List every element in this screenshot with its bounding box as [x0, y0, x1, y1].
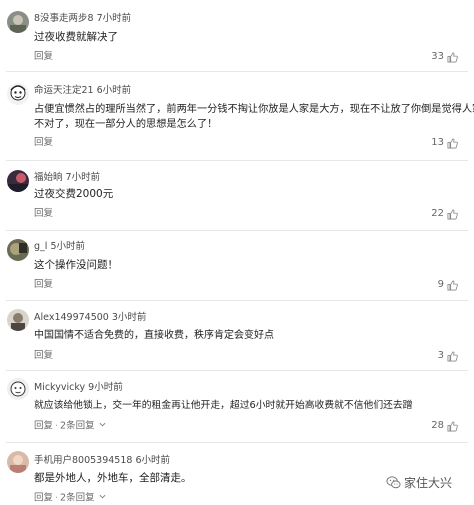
divider — [6, 71, 468, 72]
username[interactable]: g_l — [34, 241, 47, 252]
comment-text: 占便宜惯然占的理所当然了，前两年一分钱不掏让你放是人家是大方，现在不让放了你倒是… — [34, 104, 474, 130]
separator-dot: · — [55, 492, 59, 504]
like-button[interactable]: 22 — [431, 208, 458, 220]
timestamp: 9小时前 — [88, 382, 123, 393]
comment-text: 这个操作没问题！ — [34, 259, 118, 271]
username[interactable]: 命运天注定21 — [34, 85, 94, 96]
comment-meta: Alex149974500 3小时前 — [34, 312, 146, 324]
timestamp: 6小时前 — [96, 85, 132, 96]
thumbs-up-icon — [447, 351, 458, 362]
comment-actions: 回复 · 2条回复 — [34, 420, 106, 433]
like-button[interactable]: 3 — [438, 350, 458, 362]
comment-meta: 命运天注定21 6小时前 — [34, 85, 131, 97]
chevron-down-icon[interactable] — [99, 420, 106, 432]
view-replies-button[interactable]: 2条回复 — [60, 421, 95, 432]
like-button[interactable]: 33 — [431, 51, 458, 63]
comment-actions: 回复 · 2条回复 — [34, 492, 106, 505]
like-count: 28 — [431, 420, 444, 431]
thumbs-up-icon — [447, 209, 458, 220]
username[interactable]: 福始晌 — [34, 172, 63, 183]
like-count: 3 — [437, 350, 444, 361]
timestamp: 6小时前 — [135, 455, 171, 466]
avatar[interactable] — [7, 83, 29, 105]
avatar[interactable] — [7, 309, 29, 331]
divider — [6, 160, 468, 161]
view-replies-button[interactable]: 2条回复 — [60, 493, 95, 504]
divider — [6, 442, 468, 443]
comment-meta: 手机用户8005394518 6小时前 — [34, 455, 170, 467]
reply-button[interactable]: 回复 — [34, 493, 53, 504]
reply-button[interactable]: 回复 — [34, 51, 53, 62]
like-button[interactable]: 9 — [438, 279, 458, 291]
like-button[interactable]: 13 — [431, 137, 458, 149]
like-count: 22 — [431, 208, 444, 219]
like-count: 9 — [437, 279, 444, 290]
watermark: 家住大兴 — [386, 474, 452, 491]
avatar[interactable] — [7, 451, 29, 473]
comment-meta: Mickyvicky 9小时前 — [34, 382, 123, 394]
thumbs-up-icon — [447, 421, 458, 432]
reply-button[interactable]: 回复 — [34, 421, 53, 432]
comment-text: 过夜收费就解决了 — [34, 31, 118, 43]
avatar[interactable] — [7, 378, 29, 400]
avatar[interactable] — [7, 11, 29, 33]
reply-button[interactable]: 回复 — [34, 208, 53, 219]
comment-text: 中国国情不适合免费的，直接收费，秩序肯定会变好点 — [34, 330, 274, 341]
like-count: 33 — [431, 51, 444, 62]
comment-meta: g_l 5小时前 — [34, 241, 85, 253]
comment-meta: 福始晌 7小时前 — [34, 172, 100, 184]
avatar[interactable] — [7, 239, 29, 261]
timestamp: 5小时前 — [50, 241, 85, 252]
username[interactable]: Alex149974500 — [34, 312, 109, 323]
reply-button[interactable]: 回复 — [34, 137, 53, 148]
comment-actions: 回复 — [34, 279, 53, 291]
like-button[interactable]: 28 — [431, 420, 458, 432]
timestamp: 7小时前 — [65, 172, 101, 183]
comment-text: 就应该给他锁上，交一年的租金再让他开走，超过6小时就开始高收费就不信他们还去蹭 — [34, 400, 413, 411]
divider — [6, 230, 468, 231]
reply-button[interactable]: 回复 — [34, 350, 53, 361]
chevron-down-icon[interactable] — [99, 492, 106, 504]
timestamp: 7小时前 — [96, 13, 132, 24]
comment-actions: 回复 — [34, 350, 53, 362]
thumbs-up-icon — [447, 280, 458, 291]
comment-actions: 回复 — [34, 208, 53, 220]
like-count: 13 — [431, 137, 444, 148]
comment-meta: 8没事走两步8 7小时前 — [34, 13, 131, 25]
avatar[interactable] — [7, 170, 29, 192]
watermark-text: 家住大兴 — [404, 476, 453, 490]
wechat-icon — [386, 475, 401, 490]
divider — [6, 300, 468, 301]
username[interactable]: 8没事走两步8 — [34, 13, 94, 24]
divider — [6, 370, 468, 371]
username[interactable]: 手机用户8005394518 — [34, 455, 132, 466]
thumbs-up-icon — [447, 138, 458, 149]
comment-actions: 回复 — [34, 51, 53, 63]
comment-actions: 回复 — [34, 137, 53, 149]
comment-text: 过夜交费2000元 — [34, 188, 114, 200]
username[interactable]: Mickyvicky — [34, 382, 85, 393]
separator-dot: · — [55, 420, 59, 432]
timestamp: 3小时前 — [111, 312, 147, 323]
reply-button[interactable]: 回复 — [34, 279, 53, 290]
thumbs-up-icon — [447, 52, 458, 63]
